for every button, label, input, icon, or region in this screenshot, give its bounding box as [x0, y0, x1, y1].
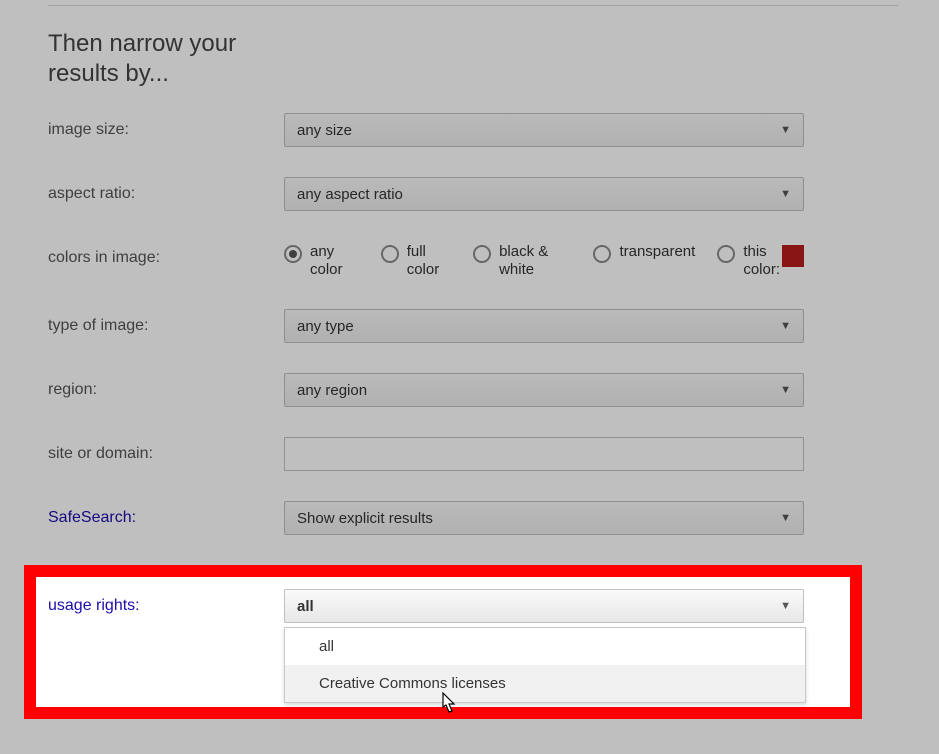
dropdown-usage-rights[interactable]: all ▼: [284, 589, 804, 623]
chevron-down-icon: ▼: [780, 512, 791, 524]
row-region: region: any region ▼: [48, 373, 939, 407]
radio-label-any: any color: [310, 243, 359, 279]
row-image-size: image size: any size ▼: [48, 113, 939, 147]
dropdown-safesearch-value: Show explicit results: [297, 510, 433, 527]
radio-icon: [473, 245, 491, 263]
radio-icon: [717, 245, 735, 263]
label-colors: colors in image:: [48, 241, 284, 267]
row-colors: colors in image: any color full color bl…: [48, 241, 939, 279]
dropdown-region[interactable]: any region ▼: [284, 373, 804, 407]
dropdown-image-size[interactable]: any size ▼: [284, 113, 804, 147]
dropdown-region-value: any region: [297, 382, 367, 399]
radio-icon: [381, 245, 399, 263]
chevron-down-icon: ▼: [780, 124, 791, 136]
radio-color-full[interactable]: full color: [381, 243, 451, 279]
chevron-down-icon: ▼: [780, 384, 791, 396]
usage-rights-option-all[interactable]: all: [285, 628, 805, 665]
label-safesearch[interactable]: SafeSearch:: [48, 501, 284, 527]
row-aspect-ratio: aspect ratio: any aspect ratio ▼: [48, 177, 939, 211]
radio-icon: [284, 245, 302, 263]
dropdown-type[interactable]: any type ▼: [284, 309, 804, 343]
row-usage-rights: usage rights: all ▼ all Creative Commons…: [48, 589, 850, 623]
radio-label-full: full color: [407, 243, 451, 279]
radio-label-bw: black & white: [499, 243, 571, 279]
radio-color-any[interactable]: any color: [284, 243, 359, 279]
label-image-size: image size:: [48, 113, 284, 139]
label-region: region:: [48, 373, 284, 399]
label-site: site or domain:: [48, 437, 284, 463]
chevron-down-icon: ▼: [780, 188, 791, 200]
section-title: Then narrow your results by...: [48, 29, 248, 89]
dropdown-safesearch[interactable]: Show explicit results ▼: [284, 501, 804, 535]
usage-rights-option-cc[interactable]: Creative Commons licenses: [285, 665, 805, 702]
dropdown-type-value: any type: [297, 318, 354, 335]
label-aspect-ratio: aspect ratio:: [48, 177, 284, 203]
dropdown-aspect-ratio-value: any aspect ratio: [297, 186, 403, 203]
row-safesearch: SafeSearch: Show explicit results ▼: [48, 501, 939, 535]
label-usage-rights[interactable]: usage rights:: [48, 589, 284, 615]
color-swatch[interactable]: [782, 245, 804, 267]
row-site: site or domain:: [48, 437, 939, 471]
radio-icon: [593, 245, 611, 263]
usage-rights-menu: all Creative Commons licenses: [284, 627, 806, 703]
chevron-down-icon: ▼: [780, 320, 791, 332]
dropdown-image-size-value: any size: [297, 122, 352, 139]
radio-label-this: this color:: [743, 243, 780, 279]
radio-color-this[interactable]: this color:: [717, 243, 804, 279]
label-type: type of image:: [48, 309, 284, 335]
dropdown-usage-rights-value: all: [297, 598, 314, 615]
dropdown-aspect-ratio[interactable]: any aspect ratio ▼: [284, 177, 804, 211]
chevron-down-icon: ▼: [780, 600, 791, 612]
radio-color-transparent[interactable]: transparent: [593, 243, 695, 263]
radio-label-transparent: transparent: [619, 243, 695, 261]
section-divider: [48, 5, 898, 7]
input-site-domain[interactable]: [284, 437, 804, 471]
row-type: type of image: any type ▼: [48, 309, 939, 343]
radio-color-bw[interactable]: black & white: [473, 243, 571, 279]
highlight-box: usage rights: all ▼ all Creative Commons…: [24, 565, 862, 719]
